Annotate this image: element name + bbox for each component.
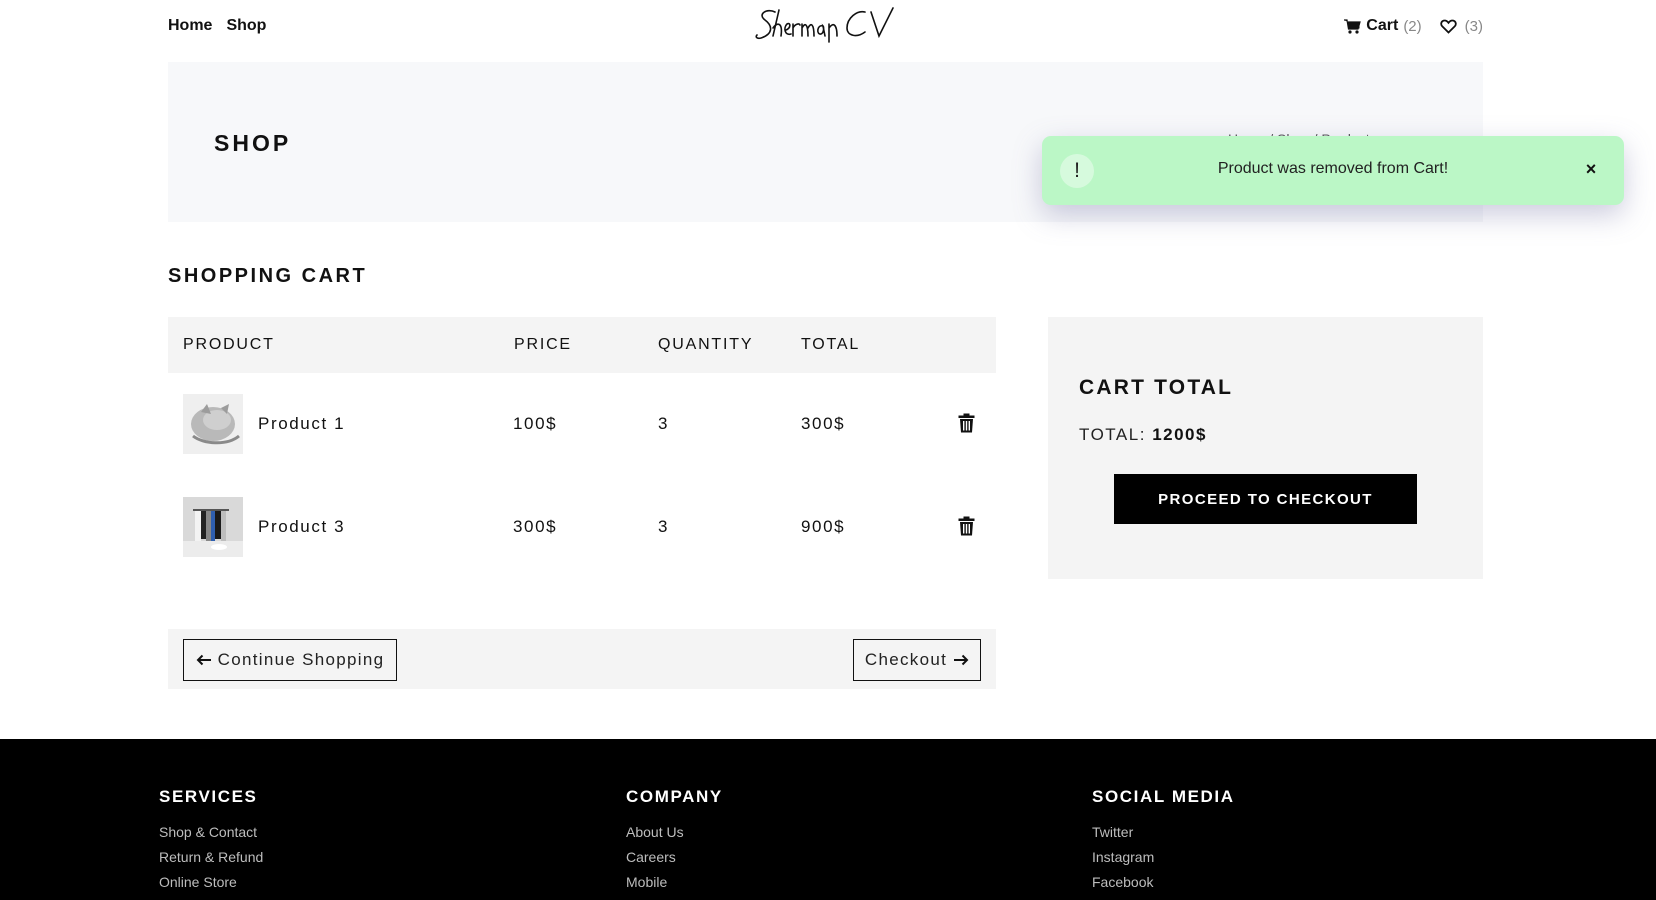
toast-message: Product was removed from Cart! bbox=[1217, 160, 1449, 177]
cart-total-heading: CART TOTAL bbox=[1079, 376, 1234, 399]
column-header-price: PRICE bbox=[514, 336, 572, 353]
footer-column-social-media: SOCIAL MEDIA Twitter Instagram Facebook bbox=[1092, 787, 1235, 899]
product-name[interactable]: Product 1 bbox=[258, 414, 345, 434]
product-image-cat bbox=[183, 394, 243, 454]
nav-wishlist-link[interactable]: (3) bbox=[1439, 17, 1483, 35]
product-thumbnail[interactable] bbox=[183, 394, 243, 454]
checkout-button[interactable]: Checkout bbox=[853, 639, 981, 681]
nav-shop-link[interactable]: Shop bbox=[226, 17, 266, 35]
total-label: TOTAL: bbox=[1079, 425, 1146, 444]
alert-exclamation-icon: ! bbox=[1060, 154, 1094, 188]
product-name[interactable]: Product 3 bbox=[258, 517, 345, 537]
product-price: 300$ bbox=[513, 517, 558, 536]
cart-count: (2) bbox=[1403, 17, 1422, 35]
footer-link[interactable]: Shop & Contact bbox=[159, 824, 263, 840]
nav-links: Home Shop bbox=[168, 17, 266, 35]
footer: SERVICES Shop & Contact Return & Refund … bbox=[0, 739, 1656, 900]
footer-link[interactable]: About Us bbox=[626, 824, 723, 840]
continue-shopping-button[interactable]: Continue Shopping bbox=[183, 639, 397, 681]
logo[interactable] bbox=[753, 2, 913, 48]
column-header-product: PRODUCT bbox=[183, 336, 275, 353]
footer-link[interactable]: Instagram bbox=[1092, 849, 1235, 865]
footer-column-company: COMPANY About Us Careers Mobile bbox=[626, 787, 723, 899]
footer-link[interactable]: Twitter bbox=[1092, 824, 1235, 840]
product-total: 300$ bbox=[801, 414, 846, 433]
arrow-left-icon bbox=[196, 654, 211, 666]
footer-column-services: SERVICES Shop & Contact Return & Refund … bbox=[159, 787, 263, 899]
cart-icon bbox=[1344, 18, 1362, 34]
top-nav: Home Shop Cart (2) (3) bbox=[168, 0, 1483, 54]
product-total: 900$ bbox=[801, 517, 846, 536]
product-image-clothes-rack bbox=[183, 497, 243, 557]
cart-total-panel: CART TOTAL TOTAL: 1200$ PROCEED TO CHECK… bbox=[1048, 317, 1483, 579]
logo-signature-icon bbox=[755, 7, 894, 43]
toast-notification: ! Product was removed from Cart! × bbox=[1042, 136, 1624, 205]
arrow-right-icon bbox=[954, 654, 969, 666]
column-header-quantity: QUANTITY bbox=[658, 336, 754, 353]
cart-total-line: TOTAL: 1200$ bbox=[1079, 425, 1207, 445]
proceed-to-checkout-button[interactable]: PROCEED TO CHECKOUT bbox=[1114, 474, 1417, 524]
table-row: Product 1 100$ 3 300$ bbox=[168, 373, 996, 476]
shopping-cart-heading: SHOPPING CART bbox=[168, 265, 368, 287]
product-price: 100$ bbox=[513, 414, 558, 433]
product-thumbnail[interactable] bbox=[183, 497, 243, 557]
close-icon[interactable]: × bbox=[1580, 158, 1602, 180]
footer-heading: SOCIAL MEDIA bbox=[1092, 787, 1235, 806]
total-value: 1200$ bbox=[1152, 425, 1207, 444]
cart-actions-bar: Continue Shopping Checkout bbox=[168, 629, 996, 689]
continue-shopping-label: Continue Shopping bbox=[217, 650, 385, 669]
product-quantity: 3 bbox=[658, 517, 670, 536]
footer-link[interactable]: Mobile bbox=[626, 874, 723, 890]
footer-link[interactable]: Careers bbox=[626, 849, 723, 865]
column-header-total: TOTAL bbox=[801, 336, 861, 353]
footer-heading: SERVICES bbox=[159, 787, 258, 806]
footer-link[interactable]: Return & Refund bbox=[159, 849, 263, 865]
heart-icon bbox=[1439, 19, 1457, 34]
footer-link[interactable]: Online Store bbox=[159, 874, 263, 890]
nav-home-link[interactable]: Home bbox=[168, 17, 212, 35]
product-quantity: 3 bbox=[658, 414, 670, 433]
nav-right: Cart (2) (3) bbox=[1344, 17, 1483, 35]
table-row: Product 3 300$ 3 900$ bbox=[168, 476, 996, 579]
wishlist-count: (3) bbox=[1464, 17, 1483, 35]
cart-table-header: PRODUCT PRICE QUANTITY TOTAL bbox=[168, 317, 996, 373]
nav-cart-link[interactable]: Cart (2) bbox=[1344, 17, 1422, 35]
footer-link[interactable]: Facebook bbox=[1092, 874, 1235, 890]
footer-heading: COMPANY bbox=[626, 787, 723, 806]
cart-table: PRODUCT PRICE QUANTITY TOTAL Product 1 1… bbox=[168, 317, 996, 579]
cart-label: Cart bbox=[1366, 17, 1399, 34]
checkout-label: Checkout bbox=[864, 650, 948, 669]
trash-icon[interactable] bbox=[958, 413, 975, 433]
page-title: SHOP bbox=[214, 130, 292, 156]
trash-icon[interactable] bbox=[958, 516, 975, 536]
